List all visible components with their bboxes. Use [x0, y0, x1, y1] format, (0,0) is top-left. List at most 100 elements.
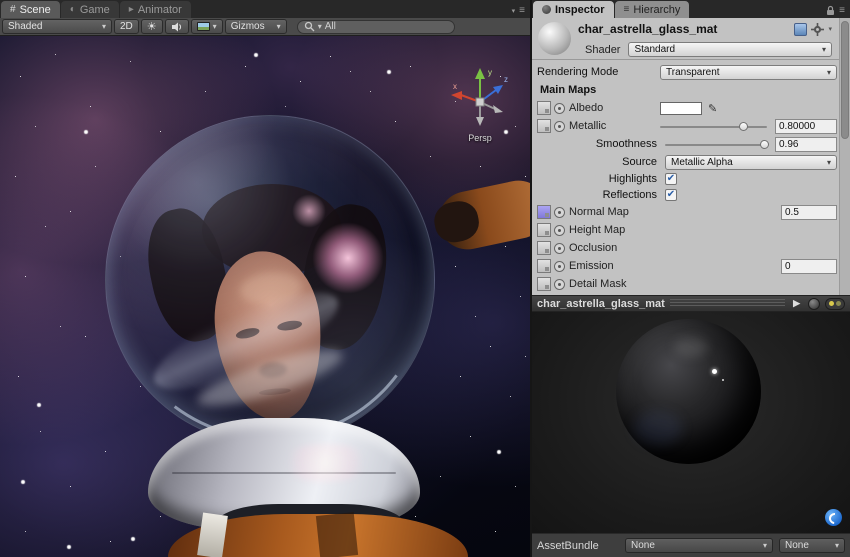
tab-hierarchy[interactable]: ≡ Hierarchy	[615, 1, 690, 18]
metallic-texture-slot[interactable]	[537, 119, 551, 133]
bright-stars	[0, 36, 2, 38]
shader-value: Standard	[634, 44, 675, 55]
object-picker-icon[interactable]	[554, 225, 565, 236]
slider-thumb[interactable]	[739, 122, 748, 131]
slider-track	[665, 144, 767, 146]
highlights-row: Highlights ✔	[532, 171, 850, 187]
asset-bundle-value: None	[631, 540, 655, 551]
nebula-knot	[312, 222, 384, 294]
gear-icon[interactable]	[811, 23, 824, 36]
material-properties: Rendering Mode Transparent ▾ Main Maps	[532, 60, 850, 295]
effects-dropdown[interactable]: ▾	[191, 19, 223, 34]
source-value: Metallic Alpha	[671, 157, 733, 168]
asset-variant-dropdown[interactable]: None ▾	[779, 538, 845, 553]
toggle-2d-button[interactable]: 2D	[114, 19, 139, 34]
audio-toggle-button[interactable]	[165, 19, 189, 34]
slider-thumb[interactable]	[760, 140, 769, 149]
scrollbar-thumb[interactable]	[841, 21, 849, 139]
rendering-mode-value: Transparent	[666, 67, 720, 78]
unity-editor-window: # Scene ◐ Game ▸ Animator ▾ ≡ Shaded ▾	[0, 0, 850, 557]
play-icon[interactable]: ▶	[790, 298, 803, 309]
albedo-texture-slot[interactable]	[537, 101, 551, 115]
metallic-value-field[interactable]	[775, 119, 837, 134]
lighting-toggle-button[interactable]: ☀	[141, 19, 163, 34]
inspector-panel: Inspector ≡ Hierarchy ≡ char_astrella_gl…	[532, 0, 850, 557]
perspective-label[interactable]: Persp	[444, 133, 516, 143]
preview-lighting-toggle[interactable]	[825, 298, 845, 310]
material-preview-area[interactable]	[532, 312, 850, 533]
axis-gizmo-icon: y x z	[444, 62, 516, 134]
emission-texture-slot[interactable]	[537, 259, 551, 273]
panel-menu-icon[interactable]: ≡	[839, 5, 845, 16]
suit-strap-white	[197, 512, 228, 557]
chevron-down-icon: ▾	[817, 45, 826, 54]
tab-scene-label: Scene	[20, 4, 51, 16]
material-sphere-icon[interactable]	[538, 22, 571, 55]
tab-animator[interactable]: ▸ Animator	[120, 1, 191, 18]
asset-store-icon[interactable]	[825, 509, 842, 526]
sun-icon: ☀	[147, 20, 157, 33]
preview-sphere[interactable]	[616, 319, 761, 464]
lock-icon[interactable]	[826, 5, 835, 16]
preview-shape-toggle[interactable]	[808, 298, 820, 310]
albedo-color-swatch[interactable]	[660, 102, 702, 115]
reflections-checkbox[interactable]: ✔	[665, 189, 677, 201]
detail-mask-label: Detail Mask	[569, 278, 626, 290]
chevron-down-icon: ▾	[830, 541, 839, 550]
scene-search-field[interactable]: ▾ All	[297, 20, 455, 34]
highlights-checkbox[interactable]: ✔	[665, 173, 677, 185]
sphere-glint	[712, 369, 717, 374]
reflections-label: Reflections	[537, 189, 657, 201]
detail-mask-texture-slot[interactable]	[537, 277, 551, 291]
help-icon[interactable]	[794, 23, 807, 36]
object-picker-icon[interactable]	[554, 243, 565, 254]
speaker-icon	[171, 22, 183, 32]
search-scope-label: All	[325, 21, 336, 32]
normal-map-texture-slot[interactable]	[537, 205, 551, 219]
check-icon: ✔	[667, 174, 675, 184]
search-icon	[304, 21, 315, 32]
height-map-label: Height Map	[569, 224, 625, 236]
inspector-scrollbar[interactable]	[839, 18, 850, 295]
preview-header[interactable]: char_astrella_glass_mat ▶	[532, 295, 850, 312]
asset-bundle-dropdown[interactable]: None ▾	[625, 538, 773, 553]
eyedropper-icon[interactable]: ✎	[708, 102, 717, 115]
metallic-slider[interactable]	[660, 119, 767, 134]
tab-scene[interactable]: # Scene	[1, 1, 60, 18]
smoothness-slider[interactable]	[665, 137, 767, 152]
shading-mode-dropdown[interactable]: Shaded ▾	[2, 19, 112, 34]
emission-value-field[interactable]	[781, 259, 837, 274]
main-maps-heading-row: Main Maps	[532, 81, 850, 99]
normal-map-value-field[interactable]	[781, 205, 837, 220]
chevron-down-icon: ▾	[822, 68, 831, 77]
tab-inspector[interactable]: Inspector	[533, 1, 614, 18]
scene-orientation-gizmo[interactable]: y x z Persp	[444, 62, 516, 143]
source-dropdown[interactable]: Metallic Alpha ▾	[665, 155, 837, 170]
albedo-row: Albedo ✎	[532, 99, 850, 117]
tab-game[interactable]: ◐ Game	[61, 1, 119, 18]
game-icon: ◐	[70, 4, 76, 15]
chevron-down-icon[interactable]: ▾	[512, 7, 516, 15]
scene-tab-bar: # Scene ◐ Game ▸ Animator ▾ ≡	[0, 0, 530, 18]
sphere-glint-small	[722, 379, 724, 381]
object-picker-icon[interactable]	[554, 279, 565, 290]
chevron-down-icon[interactable]: ▾	[828, 25, 832, 33]
height-map-texture-slot[interactable]	[537, 223, 551, 237]
rendering-mode-dropdown[interactable]: Transparent ▾	[660, 65, 837, 80]
height-map-row: Height Map	[532, 221, 850, 239]
occlusion-texture-slot[interactable]	[537, 241, 551, 255]
sphere-blue-tint	[634, 411, 682, 445]
object-picker-icon[interactable]	[554, 261, 565, 272]
object-picker-icon[interactable]	[554, 121, 565, 132]
shader-dropdown[interactable]: Standard ▾	[628, 42, 832, 57]
window-menu-icon[interactable]: ≡	[519, 5, 525, 16]
scene-viewport[interactable]: y x z Persp	[0, 36, 530, 557]
object-picker-icon[interactable]	[554, 207, 565, 218]
gizmos-dropdown[interactable]: Gizmos ▾	[225, 19, 287, 34]
object-picker-icon[interactable]	[554, 103, 565, 114]
suit-strap-dark	[316, 512, 358, 557]
shader-label: Shader	[585, 44, 620, 56]
hierarchy-icon: ≡	[624, 4, 630, 15]
smoothness-value-field[interactable]	[775, 137, 837, 152]
drag-handle-icon[interactable]	[670, 299, 785, 308]
